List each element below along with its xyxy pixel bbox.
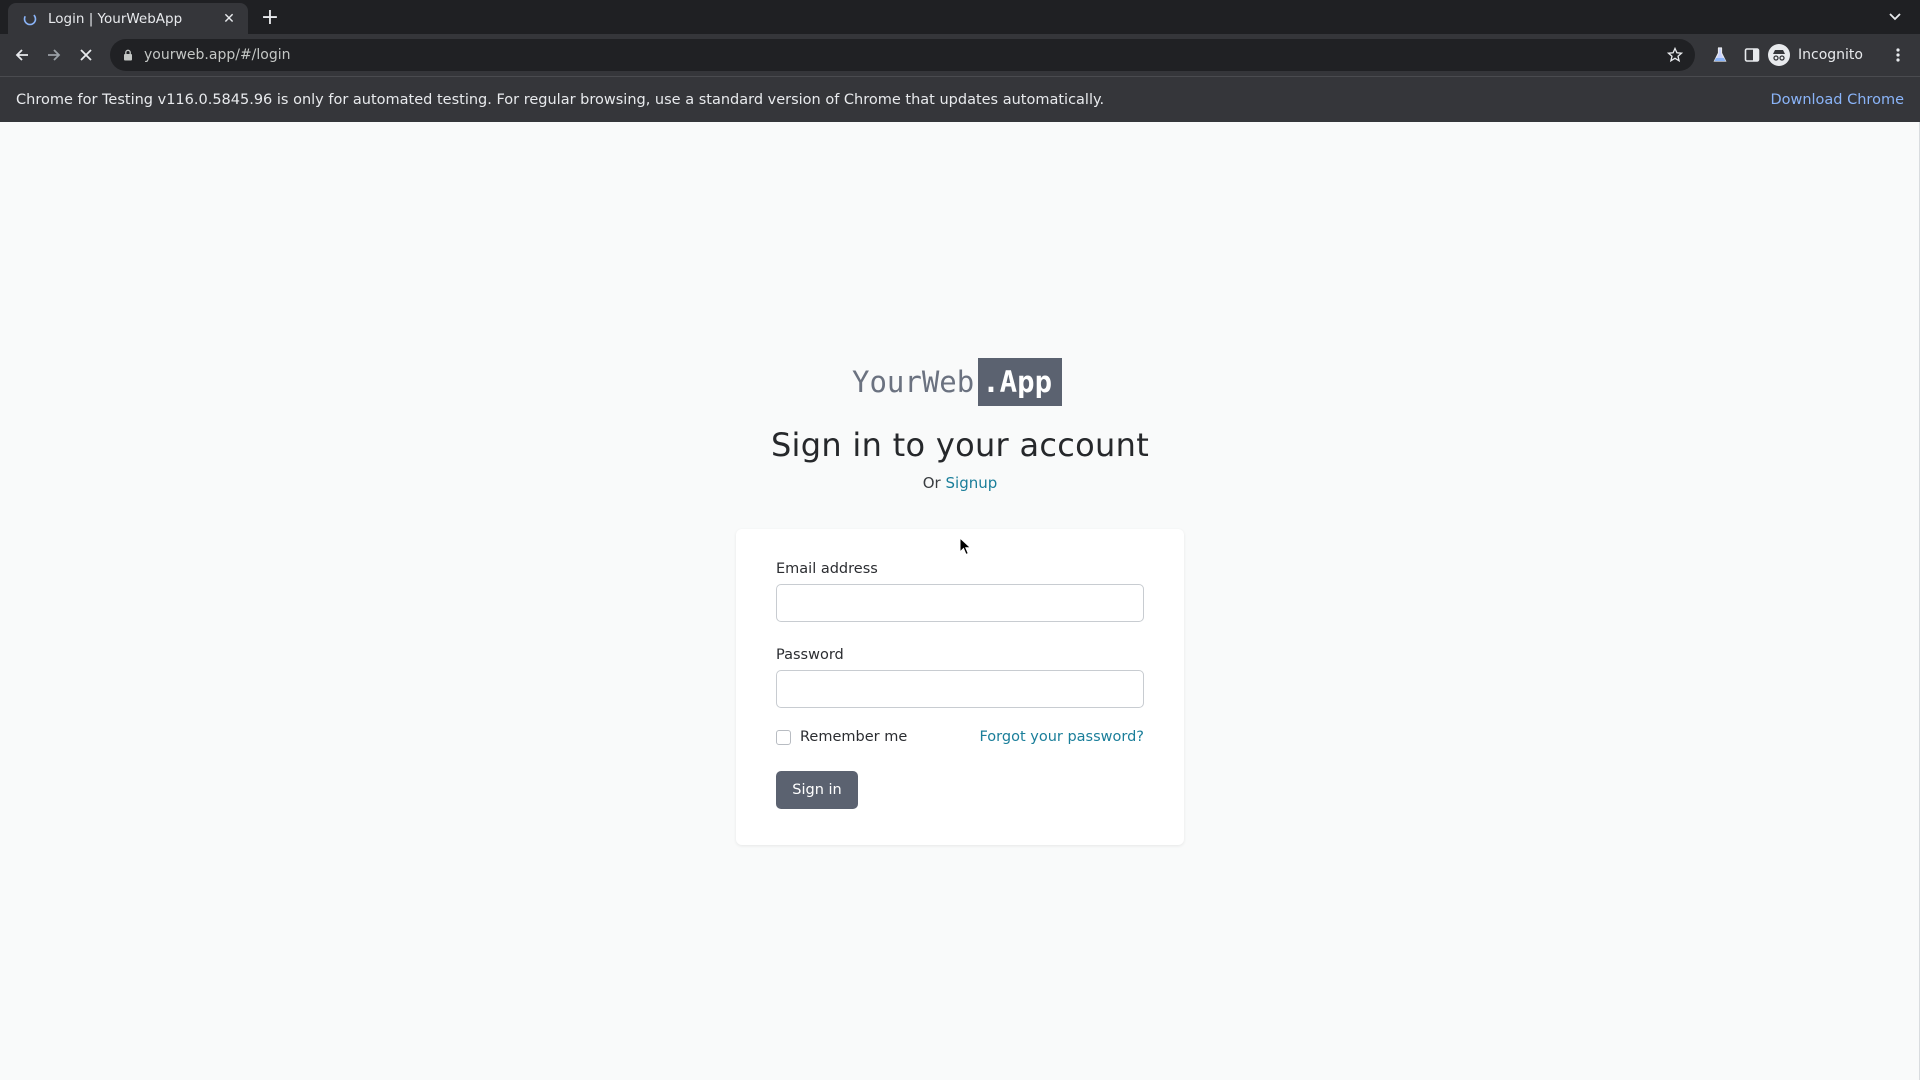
remember-me-row: Remember me (776, 729, 907, 745)
logo-text-badge: .App (978, 358, 1063, 406)
signup-prefix: Or (922, 474, 941, 492)
close-tab-icon[interactable]: ✕ (220, 10, 238, 28)
tab-strip: Login | YourWebApp ✕ + (0, 0, 1920, 34)
logo-text-primary: YourWeb (852, 365, 975, 399)
remember-me-label[interactable]: Remember me (800, 729, 907, 745)
incognito-profile[interactable]: Incognito (1768, 41, 1863, 69)
tab-title: Login | YourWebApp (48, 10, 183, 27)
email-label: Email address (776, 561, 878, 577)
browser-tab[interactable]: Login | YourWebApp ✕ (8, 3, 248, 34)
forgot-password-link[interactable]: Forgot your password? (979, 729, 1144, 745)
login-card: Email address Password Remember me Forgo… (736, 529, 1184, 845)
incognito-icon (1768, 44, 1790, 66)
more-menu-icon[interactable] (1884, 41, 1912, 69)
stop-loading-icon[interactable] (72, 41, 100, 69)
page-title: Sign in to your account (770, 426, 1150, 464)
new-tab-icon[interactable]: + (258, 6, 282, 30)
lock-icon[interactable] (120, 47, 136, 63)
sign-in-button[interactable]: Sign in (776, 771, 858, 809)
side-panel-icon[interactable] (1738, 41, 1766, 69)
bookmark-star-icon[interactable] (1661, 41, 1689, 69)
forward-icon[interactable] (40, 41, 68, 69)
incognito-label: Incognito (1798, 47, 1863, 63)
tab-search-icon[interactable] (1884, 6, 1906, 28)
address-bar[interactable]: yourweb.app/#/login (110, 39, 1695, 71)
browser-toolbar: yourweb.app/#/login Incognito (0, 34, 1920, 76)
password-label: Password (776, 647, 844, 663)
password-field[interactable] (776, 670, 1144, 708)
remember-me-checkbox[interactable] (776, 729, 791, 745)
test-flask-icon[interactable] (1706, 41, 1734, 69)
back-icon[interactable] (8, 41, 36, 69)
signup-prompt: Or Signup (0, 474, 1920, 492)
signup-link[interactable]: Signup (946, 474, 998, 492)
url-text: yourweb.app/#/login (144, 47, 291, 63)
infobar-message: Chrome for Testing v116.0.5845.96 is onl… (16, 91, 1105, 108)
page-viewport: YourWeb .App Sign in to your account Or … (0, 122, 1920, 1080)
download-chrome-link[interactable]: Download Chrome (1770, 92, 1904, 108)
mouse-pointer-icon (959, 537, 972, 556)
email-field[interactable] (776, 584, 1144, 622)
app-logo: YourWeb .App (852, 358, 1063, 406)
spinner-icon (22, 11, 38, 27)
testing-infobar: Chrome for Testing v116.0.5845.96 is onl… (0, 76, 1920, 122)
